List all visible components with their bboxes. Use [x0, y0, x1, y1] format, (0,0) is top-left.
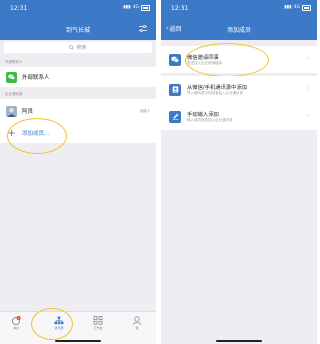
option-title: 手动输入添加: [187, 112, 219, 118]
message-badge: 1: [18, 316, 20, 320]
status-time: 12:31: [171, 5, 189, 12]
signal-icon: ▮▮▮: [123, 5, 131, 11]
message-icon: 1: [12, 316, 21, 325]
network-label: 4G: [293, 5, 300, 11]
section-label-company: 企业通讯录: [5, 92, 23, 96]
option-desc: 输入成员信息加入企业通讯录: [187, 118, 233, 122]
external-contacts-label: 外部联系人: [22, 75, 50, 81]
option-desc: 导入通讯录中的同事加入企业通讯录: [187, 91, 243, 95]
wechat-chat-icon: [169, 53, 181, 66]
highlight-annotation: [7, 118, 67, 154]
section-label-external: 外部联系人: [5, 60, 23, 64]
filter-icon[interactable]: [139, 25, 147, 32]
search-input[interactable]: 搜索: [4, 42, 152, 53]
home-indicator: [216, 340, 262, 342]
tab-workbench[interactable]: 工作台: [88, 316, 108, 330]
option-import-contacts[interactable]: 从微信/手机通讯录中添加 导入通讯录中的同事加入企业通讯录 ›: [161, 76, 317, 104]
chevron-right-icon: ›: [306, 112, 309, 119]
status-indicators: ▮▮▮ 4G: [284, 5, 311, 11]
member-role-tag: 创建人: [139, 108, 151, 113]
pencil-edit-icon: [169, 110, 181, 123]
status-indicators: ▮▮▮ 4G: [123, 5, 150, 11]
search-icon: [69, 45, 75, 50]
page-title: 添加成员: [226, 27, 251, 34]
option-title: 从微信/手机通讯录中添加: [187, 85, 248, 91]
right-screen: 12:31 ▮▮▮ 4G ‹ 返回 添加成员 微信邀请同事 发送加入企业邀请链接…: [161, 0, 317, 344]
highlight-annotation: [31, 308, 73, 340]
tab-messages[interactable]: 1 消息: [6, 316, 26, 330]
status-time: 12:31: [10, 5, 28, 12]
tab-label: 工作台: [93, 326, 103, 330]
home-indicator: [55, 340, 101, 342]
workbench-grid-icon: [93, 316, 103, 325]
avatar: [6, 105, 17, 117]
tab-label: 消息: [12, 326, 19, 330]
option-manual-input[interactable]: 手动输入添加 输入成员信息加入企业通讯录 ›: [161, 103, 317, 130]
highlight-annotation: [185, 43, 269, 77]
chevron-right-icon: ›: [306, 55, 309, 62]
nav-bar: 12:31 ▮▮▮ 4G ‹ 返回 添加成员: [161, 0, 317, 40]
chevron-right-icon: ›: [306, 85, 309, 92]
profile-icon: [132, 316, 142, 325]
page-title: 到气长城: [65, 27, 90, 34]
signal-icon: ▮▮▮: [284, 5, 292, 11]
network-label: 4G: [132, 5, 139, 11]
battery-icon: [141, 5, 150, 11]
member-name: 阿良: [22, 109, 34, 115]
external-contacts-item[interactable]: 外部联系人: [0, 67, 156, 87]
address-book-icon: [169, 83, 181, 96]
tab-label: 我: [135, 326, 139, 330]
wechat-contacts-icon: [6, 71, 17, 83]
search-placeholder: 搜索: [76, 45, 87, 51]
left-screen: 12:31 ▮▮▮ 4G 到气长城 搜索 外部联系人 外部联系人 企业通讯录 阿…: [0, 0, 156, 344]
tab-me[interactable]: 我: [127, 316, 147, 330]
battery-icon: [302, 5, 311, 11]
nav-bar: 12:31 ▮▮▮ 4G 到气长城: [0, 0, 156, 40]
